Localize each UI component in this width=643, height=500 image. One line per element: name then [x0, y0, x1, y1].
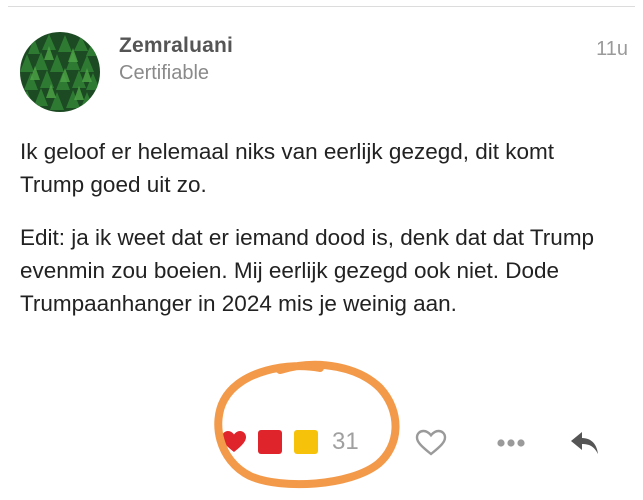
user-title: Certifiable: [119, 62, 210, 84]
top-divider: [8, 6, 635, 7]
post-header: Zemraluani Certifiable 11u: [20, 30, 630, 120]
more-options-button[interactable]: [493, 426, 529, 460]
ellipsis-icon: [497, 439, 525, 447]
avatar[interactable]: [20, 32, 100, 112]
post-body: Ik geloof er helemaal niks van eerlijk g…: [20, 135, 620, 340]
post-actions: 31: [220, 422, 620, 462]
heart-outline-icon: [415, 429, 447, 456]
reaction-count: 31: [332, 428, 359, 455]
forest-avatar-image: [20, 32, 100, 112]
reply-arrow-icon: [571, 432, 598, 454]
red-square-icon: [256, 428, 284, 456]
like-button[interactable]: [413, 426, 449, 460]
reactions-summary[interactable]: 31: [220, 422, 359, 462]
username[interactable]: Zemraluani: [119, 34, 233, 58]
heart-icon: [220, 428, 248, 456]
post-timestamp[interactable]: 11u: [596, 38, 628, 61]
reply-button[interactable]: [567, 426, 603, 460]
yellow-square-icon: [292, 428, 320, 456]
post-paragraph: Ik geloof er helemaal niks van eerlijk g…: [20, 139, 555, 197]
post-paragraph: Edit: ja ik weet dat er iemand dood is, …: [20, 225, 595, 316]
